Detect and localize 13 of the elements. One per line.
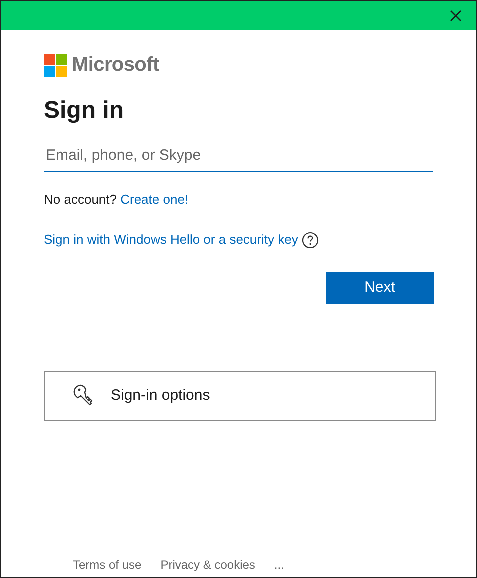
no-account-text: No account? Create one! — [44, 190, 190, 209]
windows-hello-link[interactable]: Sign in with Windows Hello or a security key — [44, 230, 298, 250]
next-button[interactable]: Next — [326, 272, 434, 304]
brand-name: Microsoft — [72, 53, 160, 78]
logo-icon — [44, 54, 67, 76]
close-icon[interactable] — [450, 10, 462, 22]
heading: Sign in — [44, 97, 125, 126]
more-options-link[interactable]: ... — [274, 556, 284, 574]
create-account-link[interactable]: Create one! — [120, 192, 189, 207]
help-icon[interactable] — [302, 232, 320, 249]
sign-in-options-button[interactable]: Sign-in options — [44, 370, 436, 421]
privacy-link[interactable]: Privacy & cookies — [160, 556, 256, 574]
terms-link[interactable]: Terms of use — [73, 556, 142, 574]
